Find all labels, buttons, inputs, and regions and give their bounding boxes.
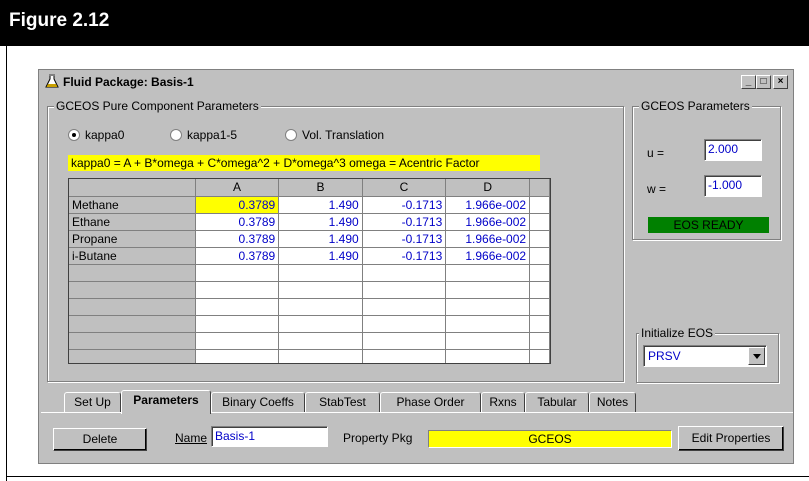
formula-banner: kappa0 = A + B*omega + C*omega^2 + D*ome… xyxy=(68,155,540,171)
cell-d[interactable]: 1.966e-002 xyxy=(445,213,531,231)
gceos-params-title: GCEOS Parameters xyxy=(639,99,752,113)
figure-header: Figure 2.12 xyxy=(0,0,809,46)
column-header-a: A xyxy=(195,179,280,197)
property-pkg-label: Property Pkg xyxy=(343,431,413,445)
vol-translation-label[interactable]: Vol. Translation xyxy=(302,128,384,142)
tab-stabtest[interactable]: StabTest xyxy=(305,392,380,413)
cell-a[interactable]: 0.3789 xyxy=(195,230,280,248)
row-header: Methane xyxy=(69,196,196,214)
window-title: Fluid Package: Basis-1 xyxy=(63,75,194,89)
chevron-down-icon xyxy=(753,354,761,359)
cell-a[interactable]: 0.3789 xyxy=(195,213,280,231)
cell-b[interactable]: 1.490 xyxy=(278,247,363,265)
name-label: Name xyxy=(175,431,208,445)
table-row: Propane 0.3789 1.490 -0.1713 1.966e-002 xyxy=(69,230,550,248)
fluid-package-window: Fluid Package: Basis-1 _ □ × GCEOS Pure … xyxy=(38,69,794,464)
tab-rxns[interactable]: Rxns xyxy=(481,392,525,413)
delete-button-label: Delete xyxy=(82,432,118,446)
table-row-empty xyxy=(69,264,550,282)
cell-empty xyxy=(529,230,550,248)
flask-icon xyxy=(45,74,59,88)
tab-bar: Set Up Parameters Binary Coeffs StabTest… xyxy=(39,390,795,414)
property-pkg-field[interactable]: GCEOS xyxy=(428,430,672,448)
cell-b[interactable]: 1.490 xyxy=(278,213,363,231)
table-row: i-Butane 0.3789 1.490 -0.1713 1.966e-002 xyxy=(69,247,550,265)
table-row-empty xyxy=(69,332,550,350)
kappa1-5-radio[interactable] xyxy=(170,129,182,141)
figure-border-bottom xyxy=(6,476,809,477)
cell-empty xyxy=(529,196,550,214)
w-label: w = xyxy=(647,182,667,196)
figure-title: Figure 2.12 xyxy=(9,10,110,31)
kappa1-5-label[interactable]: kappa1-5 xyxy=(187,128,237,142)
tab-tabular[interactable]: Tabular xyxy=(525,392,589,413)
w-value-field[interactable]: -1.000 xyxy=(704,175,762,197)
cell-b[interactable]: 1.490 xyxy=(278,230,363,248)
kappa0-label[interactable]: kappa0 xyxy=(85,128,124,142)
eos-select[interactable]: PRSV xyxy=(643,345,767,367)
cell-c[interactable]: -0.1713 xyxy=(362,213,447,231)
row-header: i-Butane xyxy=(69,247,196,265)
cell-c[interactable]: -0.1713 xyxy=(362,247,447,265)
initialize-eos-title: Initialize EOS xyxy=(639,326,716,340)
tab-parameters[interactable]: Parameters xyxy=(121,390,211,414)
edit-properties-button[interactable]: Edit Properties xyxy=(678,426,784,451)
table-row: Methane 0.3789 1.490 -0.1713 1.966e-002 xyxy=(69,196,550,214)
column-header-b: B xyxy=(278,179,363,197)
parameter-grid[interactable]: A B C D Methane 0.3789 1.490 -0.1713 1.9… xyxy=(68,178,551,364)
delete-button[interactable]: Delete xyxy=(53,428,147,451)
eos-select-dropdown-button[interactable] xyxy=(748,347,765,365)
edit-properties-label: Edit Properties xyxy=(691,431,771,445)
vol-translation-radio[interactable] xyxy=(285,129,297,141)
close-button[interactable]: × xyxy=(773,75,788,89)
maximize-button[interactable]: □ xyxy=(756,75,771,89)
table-row-empty xyxy=(69,281,550,299)
tab-notes[interactable]: Notes xyxy=(589,392,636,413)
table-row-empty xyxy=(69,298,550,316)
cell-c[interactable]: -0.1713 xyxy=(362,196,447,214)
cell-a[interactable]: 0.3789 xyxy=(195,247,280,265)
row-header: Propane xyxy=(69,230,196,248)
table-row-empty xyxy=(69,315,550,333)
column-header-d: D xyxy=(445,179,531,197)
eos-select-value: PRSV xyxy=(648,349,681,363)
cell-empty xyxy=(529,213,550,231)
name-field[interactable]: Basis-1 xyxy=(211,426,328,447)
cell-d[interactable]: 1.966e-002 xyxy=(445,247,531,265)
kappa0-radio[interactable] xyxy=(68,129,80,141)
cell-b[interactable]: 1.490 xyxy=(278,196,363,214)
tab-set-up[interactable]: Set Up xyxy=(64,392,121,413)
figure-border-left xyxy=(6,46,7,481)
column-header-extra xyxy=(529,179,550,197)
cell-c[interactable]: -0.1713 xyxy=(362,230,447,248)
u-label: u = xyxy=(647,146,665,160)
eos-status-indicator: EOS READY xyxy=(648,217,769,233)
row-header: Ethane xyxy=(69,213,196,231)
cell-d[interactable]: 1.966e-002 xyxy=(445,196,531,214)
column-header-c: C xyxy=(362,179,447,197)
minimize-button[interactable]: _ xyxy=(741,75,756,89)
cell-empty xyxy=(529,247,550,265)
title-bar[interactable]: Fluid Package: Basis-1 _ □ × xyxy=(41,72,791,92)
pure-component-params-title: GCEOS Pure Component Parameters xyxy=(54,99,261,113)
tab-binary-coeffs[interactable]: Binary Coeffs xyxy=(211,392,305,413)
table-row-empty xyxy=(69,349,550,363)
u-value-field[interactable]: 2.000 xyxy=(704,139,762,161)
pure-component-params-group: GCEOS Pure Component Parameters kappa0 k… xyxy=(47,99,624,382)
grid-corner-cell xyxy=(69,179,196,197)
tab-phase-order[interactable]: Phase Order xyxy=(380,392,481,413)
cell-a[interactable]: 0.3789 xyxy=(195,196,280,214)
table-row: Ethane 0.3789 1.490 -0.1713 1.966e-002 xyxy=(69,213,550,231)
cell-d[interactable]: 1.966e-002 xyxy=(445,230,531,248)
